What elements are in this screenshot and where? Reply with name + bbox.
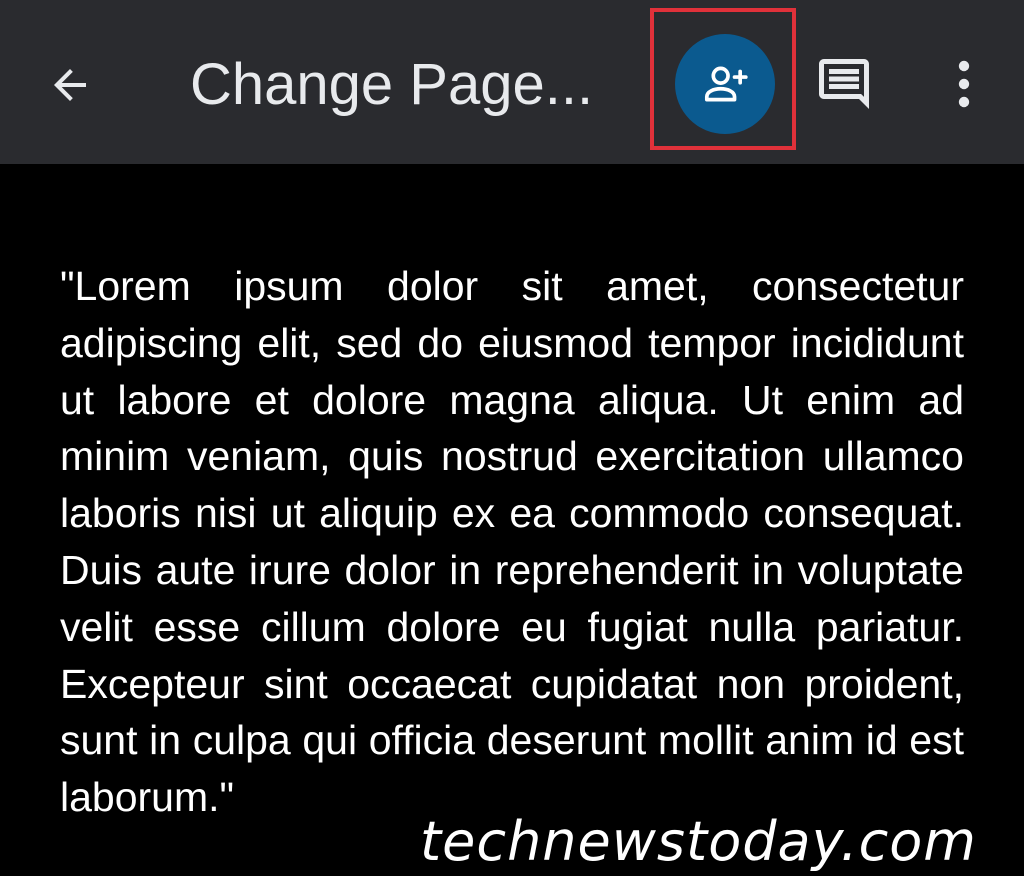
- document-body[interactable]: "Lorem ipsum dolor sit amet, consectetur…: [60, 258, 964, 826]
- docs-app-screen: Change Page... "Lorem ipsum dolor sit am…: [0, 0, 1024, 876]
- more-vert-icon: [958, 60, 970, 108]
- share-button[interactable]: [675, 34, 775, 134]
- comment-button[interactable]: [806, 46, 882, 122]
- arrow-back-icon: [54, 69, 86, 101]
- more-options-button[interactable]: [934, 46, 994, 122]
- person-add-icon: [704, 66, 748, 102]
- watermark-text: technewstoday.com: [420, 810, 977, 873]
- back-button[interactable]: [30, 45, 110, 125]
- top-app-bar: Change Page...: [0, 0, 1024, 164]
- comment-icon: [819, 59, 869, 109]
- document-title: Change Page...: [190, 52, 594, 117]
- body-paragraph: "Lorem ipsum dolor sit amet, consectetur…: [60, 263, 964, 821]
